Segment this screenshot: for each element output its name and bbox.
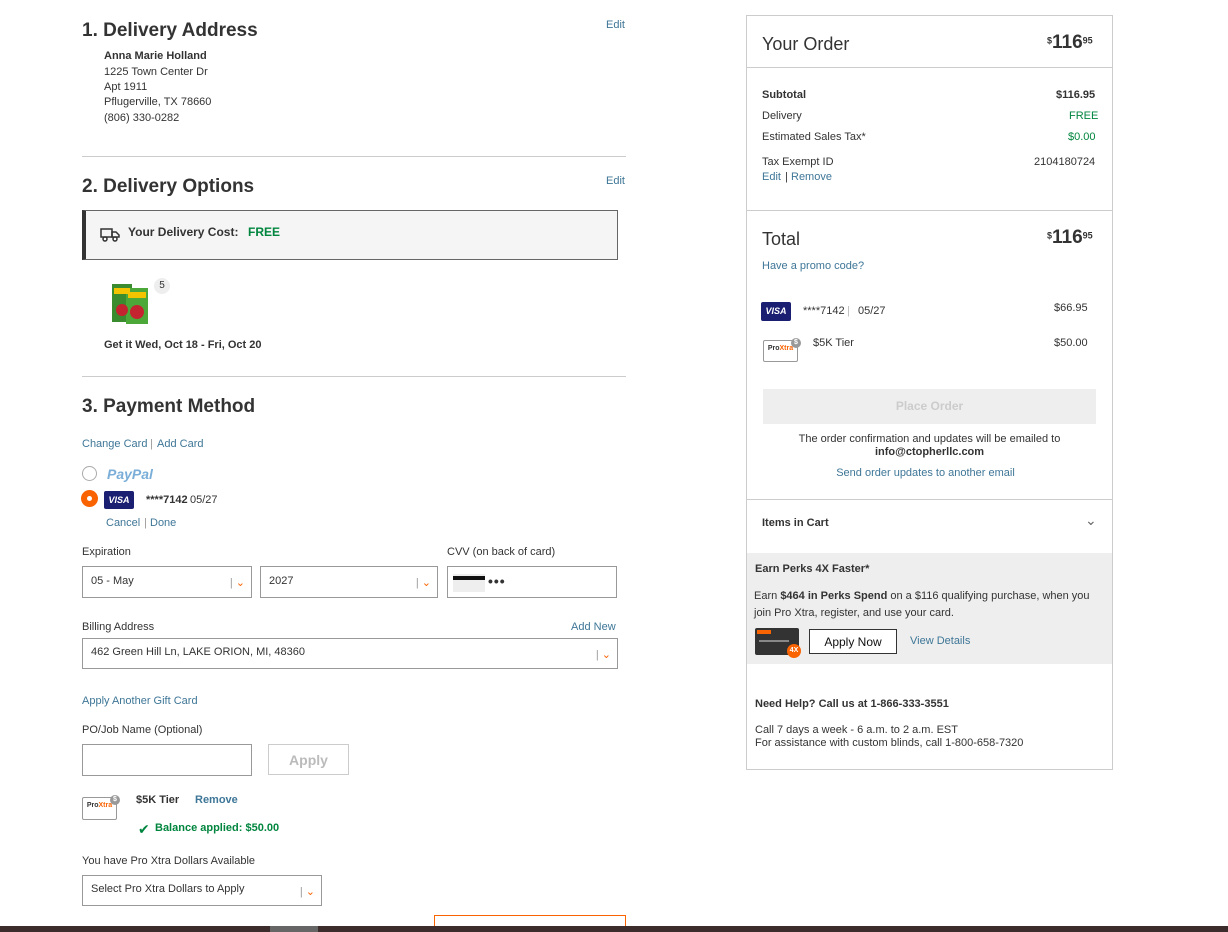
- tier-payment-amount: $50.00: [1054, 337, 1088, 349]
- help-title: Need Help? Call us at 1-866-333-3551: [755, 698, 949, 710]
- panel-divider: [747, 210, 1112, 211]
- perks-4x-badge: 4X: [787, 644, 801, 658]
- delivery-options-heading: 2. Delivery Options: [82, 176, 255, 197]
- bottom-bar: [0, 926, 1228, 932]
- visa-radio-selected[interactable]: [81, 490, 98, 507]
- pro-xtra-dollars-select[interactable]: Select Pro Xtra Dollars to Apply | ⌄: [82, 875, 322, 906]
- card-exp: 05/27: [190, 494, 218, 506]
- billing-address-select[interactable]: 462 Green Hill Ln, LAKE ORION, MI, 48360…: [82, 638, 618, 669]
- address-city: Pflugerville, TX 78660: [104, 96, 212, 108]
- change-card-link[interactable]: Change Card: [82, 438, 147, 450]
- items-in-cart-label[interactable]: Items in Cart: [762, 517, 829, 529]
- product-thumbnail: [110, 280, 150, 324]
- view-details-link[interactable]: View Details: [910, 635, 970, 647]
- bottom-bar-segment: [270, 926, 318, 932]
- order-card-mask: ****7142: [803, 305, 845, 317]
- paypal-logo: PayPal: [107, 466, 153, 482]
- cvv-card-icon: [453, 574, 485, 592]
- card-separator: |: [847, 305, 850, 317]
- link-separator: |: [150, 438, 153, 450]
- delivery-address-edit-link[interactable]: Edit: [606, 19, 625, 31]
- promo-code-link[interactable]: Have a promo code?: [762, 260, 864, 272]
- expiration-month-select[interactable]: 05 - May | ⌄: [82, 566, 252, 598]
- panel-divider: [747, 67, 1112, 68]
- add-card-link[interactable]: Add Card: [157, 438, 203, 450]
- link-separator: |: [144, 517, 147, 529]
- delivery-cost-box: Your Delivery Cost: FREE: [82, 210, 618, 260]
- perks-title: Earn Perks 4X Faster*: [755, 563, 870, 575]
- chevron-down-icon: | ⌄: [415, 577, 431, 589]
- paypal-radio[interactable]: [82, 466, 97, 481]
- confirmation-text: The order confirmation and updates will …: [798, 433, 1061, 445]
- po-job-label: PO/Job Name (Optional): [82, 724, 203, 736]
- chevron-down-icon: | ⌄: [299, 886, 315, 898]
- delivery-options-edit-link[interactable]: Edit: [606, 175, 625, 187]
- perks-text: Earn $464 in Perks Spend on a $116 quali…: [754, 590, 1090, 619]
- panel-divider: [747, 499, 1112, 500]
- your-order-title: Your Order: [762, 34, 850, 54]
- total-price: $11695: [1047, 227, 1093, 248]
- order-total-price: $11695: [1047, 32, 1093, 53]
- subtotal-value: $116.95: [1056, 89, 1096, 101]
- po-job-input[interactable]: [82, 744, 252, 776]
- subtotal-label: Subtotal: [762, 89, 806, 101]
- order-tier-label: $5K Tier: [813, 337, 854, 349]
- truck-icon: [100, 226, 120, 245]
- cvv-input[interactable]: •••: [447, 566, 617, 598]
- payment-method-heading: 3. Payment Method: [82, 396, 256, 417]
- address-phone: (806) 330-0282: [104, 112, 180, 124]
- visa-icon: VISA: [104, 491, 134, 509]
- tax-exempt-remove-link[interactable]: Remove: [791, 171, 832, 183]
- link-separator: |: [785, 171, 788, 183]
- add-new-address-link[interactable]: Add New: [571, 621, 616, 633]
- expiration-label: Expiration: [82, 546, 131, 558]
- pro-xtra-available-label: You have Pro Xtra Dollars Available: [82, 855, 256, 867]
- cancel-link[interactable]: Cancel: [106, 517, 140, 529]
- chevron-down-icon: | ⌄: [229, 577, 245, 589]
- billing-address-label: Billing Address: [82, 621, 155, 633]
- visa-icon: VISA: [761, 302, 791, 321]
- card-mask: ****7142: [146, 494, 188, 506]
- tax-exempt-edit-link[interactable]: Edit: [762, 171, 781, 183]
- sales-tax-label: Estimated Sales Tax*: [762, 131, 866, 143]
- apply-po-button[interactable]: Apply: [268, 744, 349, 775]
- cvv-label: CVV (on back of card): [447, 546, 556, 558]
- sales-tax-value: $0.00: [1068, 131, 1096, 143]
- send-updates-link[interactable]: Send order updates to another email: [763, 467, 1088, 479]
- remove-tier-link[interactable]: Remove: [195, 794, 238, 806]
- tax-exempt-label: Tax Exempt ID: [762, 156, 834, 168]
- section-divider: [82, 156, 626, 157]
- help-blinds: For assistance with custom blinds, call …: [755, 737, 1024, 749]
- order-card-exp: 05/27: [858, 305, 886, 317]
- chevron-down-icon[interactable]: ⌄: [1085, 512, 1097, 529]
- pro-xtra-tier-label: $5K Tier: [136, 794, 180, 806]
- delivery-label: Delivery: [762, 110, 802, 122]
- checkmark-icon: ✔: [138, 821, 150, 837]
- delivery-cost-label: Your Delivery Cost:: [128, 225, 239, 239]
- delivery-address-heading: 1. Delivery Address: [82, 20, 258, 41]
- confirmation-email: info@ctopherllc.com: [874, 446, 985, 458]
- item-count-badge: 5: [154, 278, 170, 294]
- address-line1: 1225 Town Center Dr: [104, 66, 208, 78]
- place-order-button[interactable]: Place Order: [763, 389, 1096, 424]
- dollar-badge-icon: $: [110, 795, 120, 805]
- chevron-down-icon: | ⌄: [595, 649, 611, 661]
- help-hours: Call 7 days a week - 6 a.m. to 2 a.m. ES…: [755, 724, 958, 736]
- delivery-eta: Get it Wed, Oct 18 - Fri, Oct 20: [104, 339, 262, 351]
- apply-gift-card-link[interactable]: Apply Another Gift Card: [82, 695, 198, 707]
- balance-applied: Balance applied: $50.00: [155, 822, 280, 834]
- address-line2: Apt 1911: [104, 81, 148, 93]
- section-divider: [82, 376, 626, 377]
- delivery-cost-value: FREE: [248, 225, 281, 239]
- total-label: Total: [762, 229, 801, 249]
- tax-exempt-value: 2104180724: [1034, 156, 1096, 168]
- done-link[interactable]: Done: [150, 517, 176, 529]
- recipient-name: Anna Marie Holland: [104, 50, 207, 62]
- apply-now-button[interactable]: Apply Now: [809, 629, 897, 654]
- card-payment-amount: $66.95: [1054, 302, 1088, 314]
- dollar-badge-icon: $: [791, 338, 801, 348]
- expiration-year-select[interactable]: 2027 | ⌄: [260, 566, 438, 598]
- delivery-value: FREE: [1069, 110, 1099, 122]
